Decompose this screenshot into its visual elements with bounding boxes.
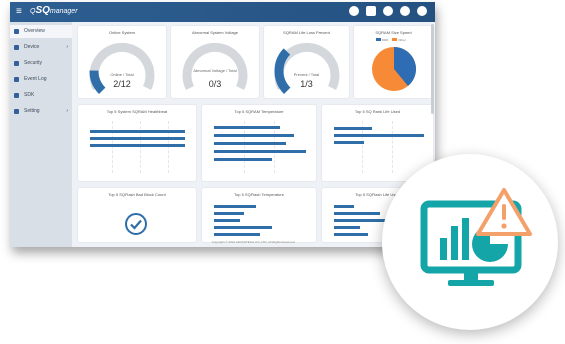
grid-line (140, 121, 141, 173)
card-title: Top 5 SQ Rank Life Used (354, 109, 401, 114)
card-title: Top 5 SQFlash Temperature (234, 192, 284, 197)
sidebar-item-security[interactable]: Security (10, 57, 72, 70)
cpu-loss-gauge (274, 42, 339, 94)
grid-line (392, 121, 393, 173)
monitoring-alert-badge (382, 154, 558, 330)
sdk-icon (14, 93, 19, 98)
bar (214, 134, 294, 137)
bar (334, 141, 364, 144)
notification-icon[interactable] (383, 6, 393, 16)
card-title: Top 5 SQRAM Temperature (234, 109, 284, 114)
sidebar-item-event-log[interactable]: Event Log (10, 73, 72, 86)
bar (214, 233, 260, 236)
check-circle-icon (125, 213, 147, 235)
top-toolbar (349, 6, 427, 16)
legend-item: DDR (376, 38, 388, 42)
sidebar-item-label: Security (24, 60, 43, 66)
sqram-size-card: SQRAM Size Speed DDR Other (354, 26, 433, 98)
bar (214, 126, 280, 129)
bar (334, 233, 368, 236)
user-icon[interactable] (417, 6, 427, 16)
abnormal-voltage-card: Abnormal System Voltage Abnormal Voltage… (171, 26, 259, 98)
card-title: Top 5 System SQRAM Healthbeat (106, 109, 168, 114)
top5-used-card: Top 5 SQ Rank Life Used (322, 105, 433, 181)
top5-temperature-card: Top 5 SQRAM Temperature (202, 105, 316, 181)
bar (90, 130, 185, 133)
bar (334, 219, 386, 222)
bar (334, 205, 354, 208)
sidebar: Overview Device › Security Event Log SDK… (10, 22, 72, 247)
grid-line (168, 121, 169, 173)
bar (214, 212, 244, 215)
bar (214, 150, 306, 153)
event-log-icon (14, 77, 19, 82)
bar (334, 226, 360, 229)
sidebar-item-device[interactable]: Device › (10, 41, 72, 54)
bar (334, 134, 424, 137)
chevron-right-icon: › (66, 108, 68, 114)
monitor-icon[interactable] (366, 6, 376, 16)
gauge-label: Online / Total (110, 72, 134, 77)
cpu-loss-card: SQRAM Life Loss Prevent Prevent / Total … (264, 26, 349, 98)
online-systems-card: Online System Online / Total 2/12 (78, 26, 166, 98)
card-title: Top 5 SQFlash Bad Block Count (108, 192, 166, 197)
chevron-right-icon: › (66, 44, 68, 50)
online-systems-gauge (89, 42, 155, 94)
app-window: ≡ QSQmanager Overview Device › Security … (10, 2, 435, 247)
bar (334, 212, 380, 215)
legend-item: Other (392, 38, 406, 42)
sidebar-item-sdk[interactable]: SDK (10, 89, 72, 102)
top5-bad-block-card: Top 5 SQFlash Bad Block Count (78, 188, 196, 242)
footer-copyright: Copyright © 2021 ADVANTECH CO.,LTD. All … (211, 240, 296, 244)
bar (90, 144, 185, 147)
top-bar: ≡ QSQmanager (10, 2, 435, 22)
security-icon (14, 61, 19, 66)
sidebar-item-label: Setting (24, 108, 40, 114)
device-icon (14, 45, 19, 50)
palette-icon[interactable] (349, 6, 359, 16)
bar (214, 219, 240, 222)
sidebar-item-overview[interactable]: Overview (10, 25, 72, 38)
menu-icon[interactable]: ≡ (16, 7, 22, 17)
sidebar-item-label: Device (24, 44, 40, 50)
gauge-value: 1/3 (300, 79, 313, 89)
app-logo: QSQmanager (30, 5, 78, 16)
card-title: Online System (108, 30, 135, 35)
pie-legend: DDR Other (376, 38, 406, 42)
sidebar-item-label: Event Log (24, 76, 47, 82)
bar (214, 158, 272, 161)
bar (334, 127, 372, 130)
scrollbar[interactable] (431, 24, 434, 114)
globe-icon[interactable] (400, 6, 410, 16)
sidebar-item-label: Overview (24, 28, 45, 34)
sidebar-item-setting[interactable]: Setting › (10, 105, 72, 118)
bar (90, 137, 185, 140)
card-title: SQRAM Life Loss Prevent (283, 30, 330, 35)
top5-voltage-card: Top 5 System SQRAM Healthbeat (78, 105, 196, 181)
overview-icon (14, 29, 19, 34)
grid-line (112, 121, 113, 173)
bar (214, 142, 286, 145)
sqram-pie-chart (372, 46, 417, 91)
gauge-label: Abnormal Voltage / Total (193, 68, 237, 73)
gauge-label: Prevent / Total (293, 72, 320, 77)
gauge-value: 0/3 (208, 79, 222, 89)
card-title: Abnormal System Voltage (191, 30, 239, 35)
card-title: SQRAM Size Speed (375, 30, 412, 35)
bar (214, 205, 256, 208)
monitor-warning-icon (420, 188, 532, 286)
bar (214, 226, 272, 229)
setting-icon (14, 109, 19, 114)
top5-flash-temp-card: Top 5 SQFlash Temperature (202, 188, 316, 242)
sidebar-item-label: SDK (24, 92, 35, 98)
gauge-value: 2/12 (113, 79, 131, 89)
